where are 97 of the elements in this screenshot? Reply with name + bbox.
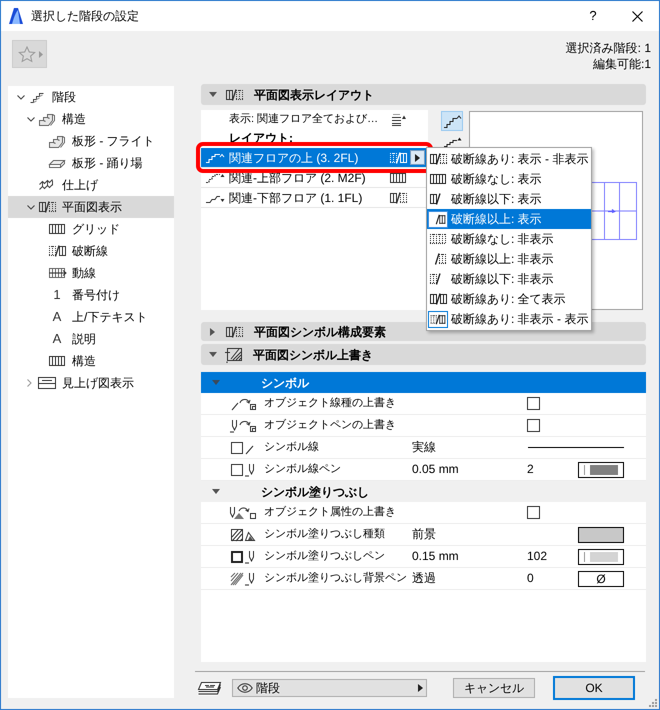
slab-icon [48,158,66,168]
glyph-icon: A [52,307,62,327]
pen-arrow-icon [228,418,258,432]
pen-number: 102 [527,549,548,564]
floor-row[interactable]: 関連フロアの上 (3. 2FL) [201,148,428,168]
pen-number: 2 [527,462,534,476]
pen-fill-arrow-icon [228,506,258,520]
grid-break-icon [389,172,408,184]
section-header[interactable]: 平面図表示レイアウト [201,84,646,105]
grid-break-icon [389,152,408,164]
grid-break-icon [225,326,244,338]
grid-icon [48,223,66,235]
grid-break-icon [48,245,66,257]
grid-arrow-icon [48,267,66,279]
group-row[interactable]: シンボル塗りつぶし [201,481,646,502]
menu-item[interactable]: 破断線以上: 非表示 [427,249,591,269]
view-button[interactable] [441,111,463,131]
pen-swatch[interactable]: Ø [578,570,624,586]
layers-icon [197,680,222,696]
menu-arrow-button[interactable] [410,150,425,165]
glyph-icon: 1 [53,285,61,305]
window-title: 選択した階段の設定 [31,8,139,25]
tree-item[interactable]: A 説明 [8,328,174,350]
stair-plan-drawing [590,182,637,240]
tree-item[interactable]: 平面図表示 [8,196,174,218]
property-value: 実線 [412,440,436,454]
property-label: シンボル線 [264,441,319,454]
tree-item[interactable]: 動線 [8,262,174,284]
menu-item[interactable]: 破断線以下: 表示 [427,189,591,209]
checkbox[interactable] [527,506,540,519]
tree-item[interactable]: グリッド [8,218,174,240]
hatch-fill-icon [228,528,258,542]
grid-break-icon [38,201,56,213]
cancel-button[interactable]: キャンセル [453,678,535,698]
property-value: 0.05 mm [412,462,459,476]
grid-break-icon [389,192,408,204]
property-label: オブジェクトペンの上書き [264,419,396,432]
group-row[interactable]: シンボル [201,372,646,393]
stair-block-icon [38,112,56,126]
tree-item[interactable]: 板形 - フライト [8,130,174,152]
fill-swatch[interactable] [578,526,624,542]
editable-count-text: 編集可能:1 [592,56,651,72]
display-mode-text: 表示: 関連フロア全ておよび… [229,112,380,127]
menu-item[interactable]: 破断線あり: 全て表示 [427,289,591,309]
pen-swatch[interactable] [578,462,624,478]
selection-count-text: 選択済み階段: 1 [566,40,651,56]
menu-item[interactable]: 破断線あり: 表示 - 非表示 [427,149,591,169]
close-icon [632,10,642,22]
checkbox[interactable] [527,397,540,410]
star-icon [18,46,36,62]
pen-swatch[interactable] [578,548,624,564]
caret-icon [39,50,43,58]
menu-item[interactable]: 破断線以上: 表示 [427,209,591,229]
property-value: 0.15 mm [412,549,459,564]
tree-item[interactable]: 構造 [8,108,174,130]
zigzag-icon [38,179,56,191]
menu-item[interactable]: 破断線なし: 表示 [427,169,591,189]
menu-item[interactable]: 破断線なし: 非表示 [427,229,591,249]
resize-grip-icon [649,699,657,707]
checkbox[interactable] [527,419,540,432]
hatch-square-icon [225,346,243,362]
stairs-icon [29,91,45,103]
eye-icon [237,683,253,693]
triangle-right-icon [415,154,420,162]
split-rect-icon [38,377,56,389]
stair-symbol-icon [205,152,225,162]
ok-button[interactable]: OK [553,676,635,700]
floor-stack-icon [391,112,406,126]
tree-item[interactable]: 見上げ図表示 [8,372,174,394]
property-label: シンボル塗りつぶしペン [264,550,385,562]
glyph-icon: A [52,329,62,349]
property-label: オブジェクト属性の上書き [264,506,396,518]
property-label: シンボル塗りつぶし背景ペン [264,572,407,584]
grid-break-icon [225,88,244,100]
property-value: 透過 [412,571,436,586]
tree-item[interactable]: 構造 [8,350,174,372]
tree-item[interactable]: 1 番号付け [8,284,174,306]
section-header[interactable]: 平面図シンボル上書き [201,344,646,365]
app-logo-icon [8,7,24,25]
stair-symbol-icon [442,114,462,128]
help-button[interactable]: ? [571,1,615,31]
pen-number: 0 [527,571,534,586]
stair-block-icon [48,134,66,148]
stair-symbol-icon [205,172,225,182]
grid-icon [48,355,66,367]
tree-item[interactable]: A 上/下テキスト [8,306,174,328]
tree-item[interactable]: 板形 - 踊り場 [8,152,174,174]
layer-dropdown[interactable]: 階段 [232,679,427,697]
tree-item[interactable]: 仕上げ [8,174,174,196]
tree-item[interactable]: 破断線 [8,240,174,262]
triangle-right-icon [418,684,423,692]
tree-item[interactable]: 階段 [8,86,174,108]
property-label: オブジェクト線種の上書き [264,397,396,410]
property-value: 前景 [412,527,436,542]
property-label: シンボル塗りつぶし種類 [264,528,385,540]
property-label: シンボル線ペン [264,463,341,476]
menu-item[interactable]: 破断線以下: 非表示 [427,269,591,289]
